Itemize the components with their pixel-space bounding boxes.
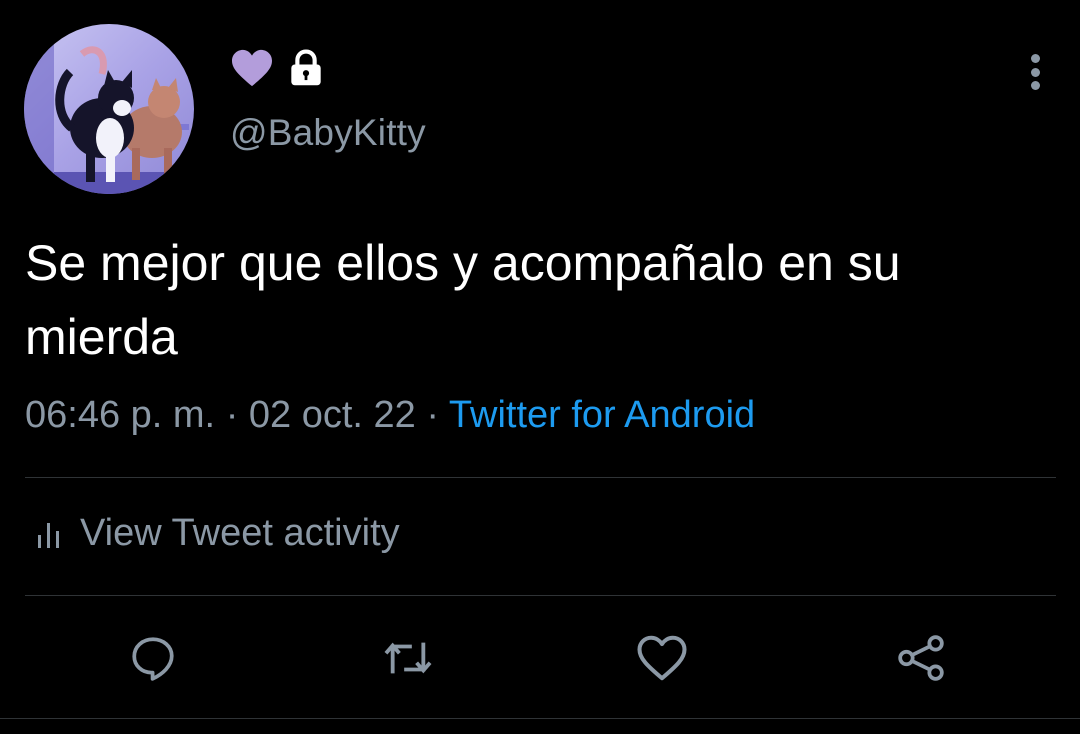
- tweet-source-link[interactable]: Twitter for Android: [449, 394, 755, 436]
- reply-icon: [132, 637, 174, 681]
- more-dot: [1030, 54, 1040, 63]
- share-icon: [898, 635, 944, 681]
- more-dot: [1030, 81, 1040, 90]
- heart-outline-icon: [637, 635, 687, 681]
- avatar[interactable]: [24, 24, 194, 194]
- lock-icon: [288, 49, 324, 87]
- divider: [25, 477, 1056, 478]
- view-tweet-activity-button[interactable]: View Tweet activity: [36, 512, 400, 555]
- retweet-icon: [384, 642, 432, 674]
- meta-separator: ·: [225, 394, 239, 436]
- retweet-button[interactable]: [380, 630, 436, 686]
- tweet-date[interactable]: 02 oct. 22: [249, 394, 416, 436]
- view-tweet-activity-label: View Tweet activity: [80, 512, 400, 554]
- meta-separator: ·: [426, 394, 440, 436]
- cat-photo-avatar-image: [24, 24, 194, 194]
- tweet-action-bar: [0, 630, 1080, 686]
- reply-button[interactable]: [125, 630, 181, 686]
- divider: [25, 595, 1056, 596]
- more-options-icon[interactable]: [1018, 50, 1052, 94]
- tweet-time[interactable]: 06:46 p. m.: [25, 394, 215, 436]
- tweet-text: Se mejor que ellos y acompañalo en su mi…: [25, 235, 901, 365]
- bar-chart-icon: [36, 519, 62, 549]
- more-dot: [1030, 67, 1040, 77]
- tweet-metadata: 06:46 p. m. · 02 oct. 22 · Twitter for A…: [25, 394, 755, 437]
- like-button[interactable]: [634, 630, 690, 686]
- divider: [0, 718, 1080, 719]
- purple-heart-icon: [230, 48, 274, 88]
- share-button[interactable]: [893, 630, 949, 686]
- display-name[interactable]: [230, 48, 324, 88]
- author-handle[interactable]: @BabyKitty: [230, 112, 426, 154]
